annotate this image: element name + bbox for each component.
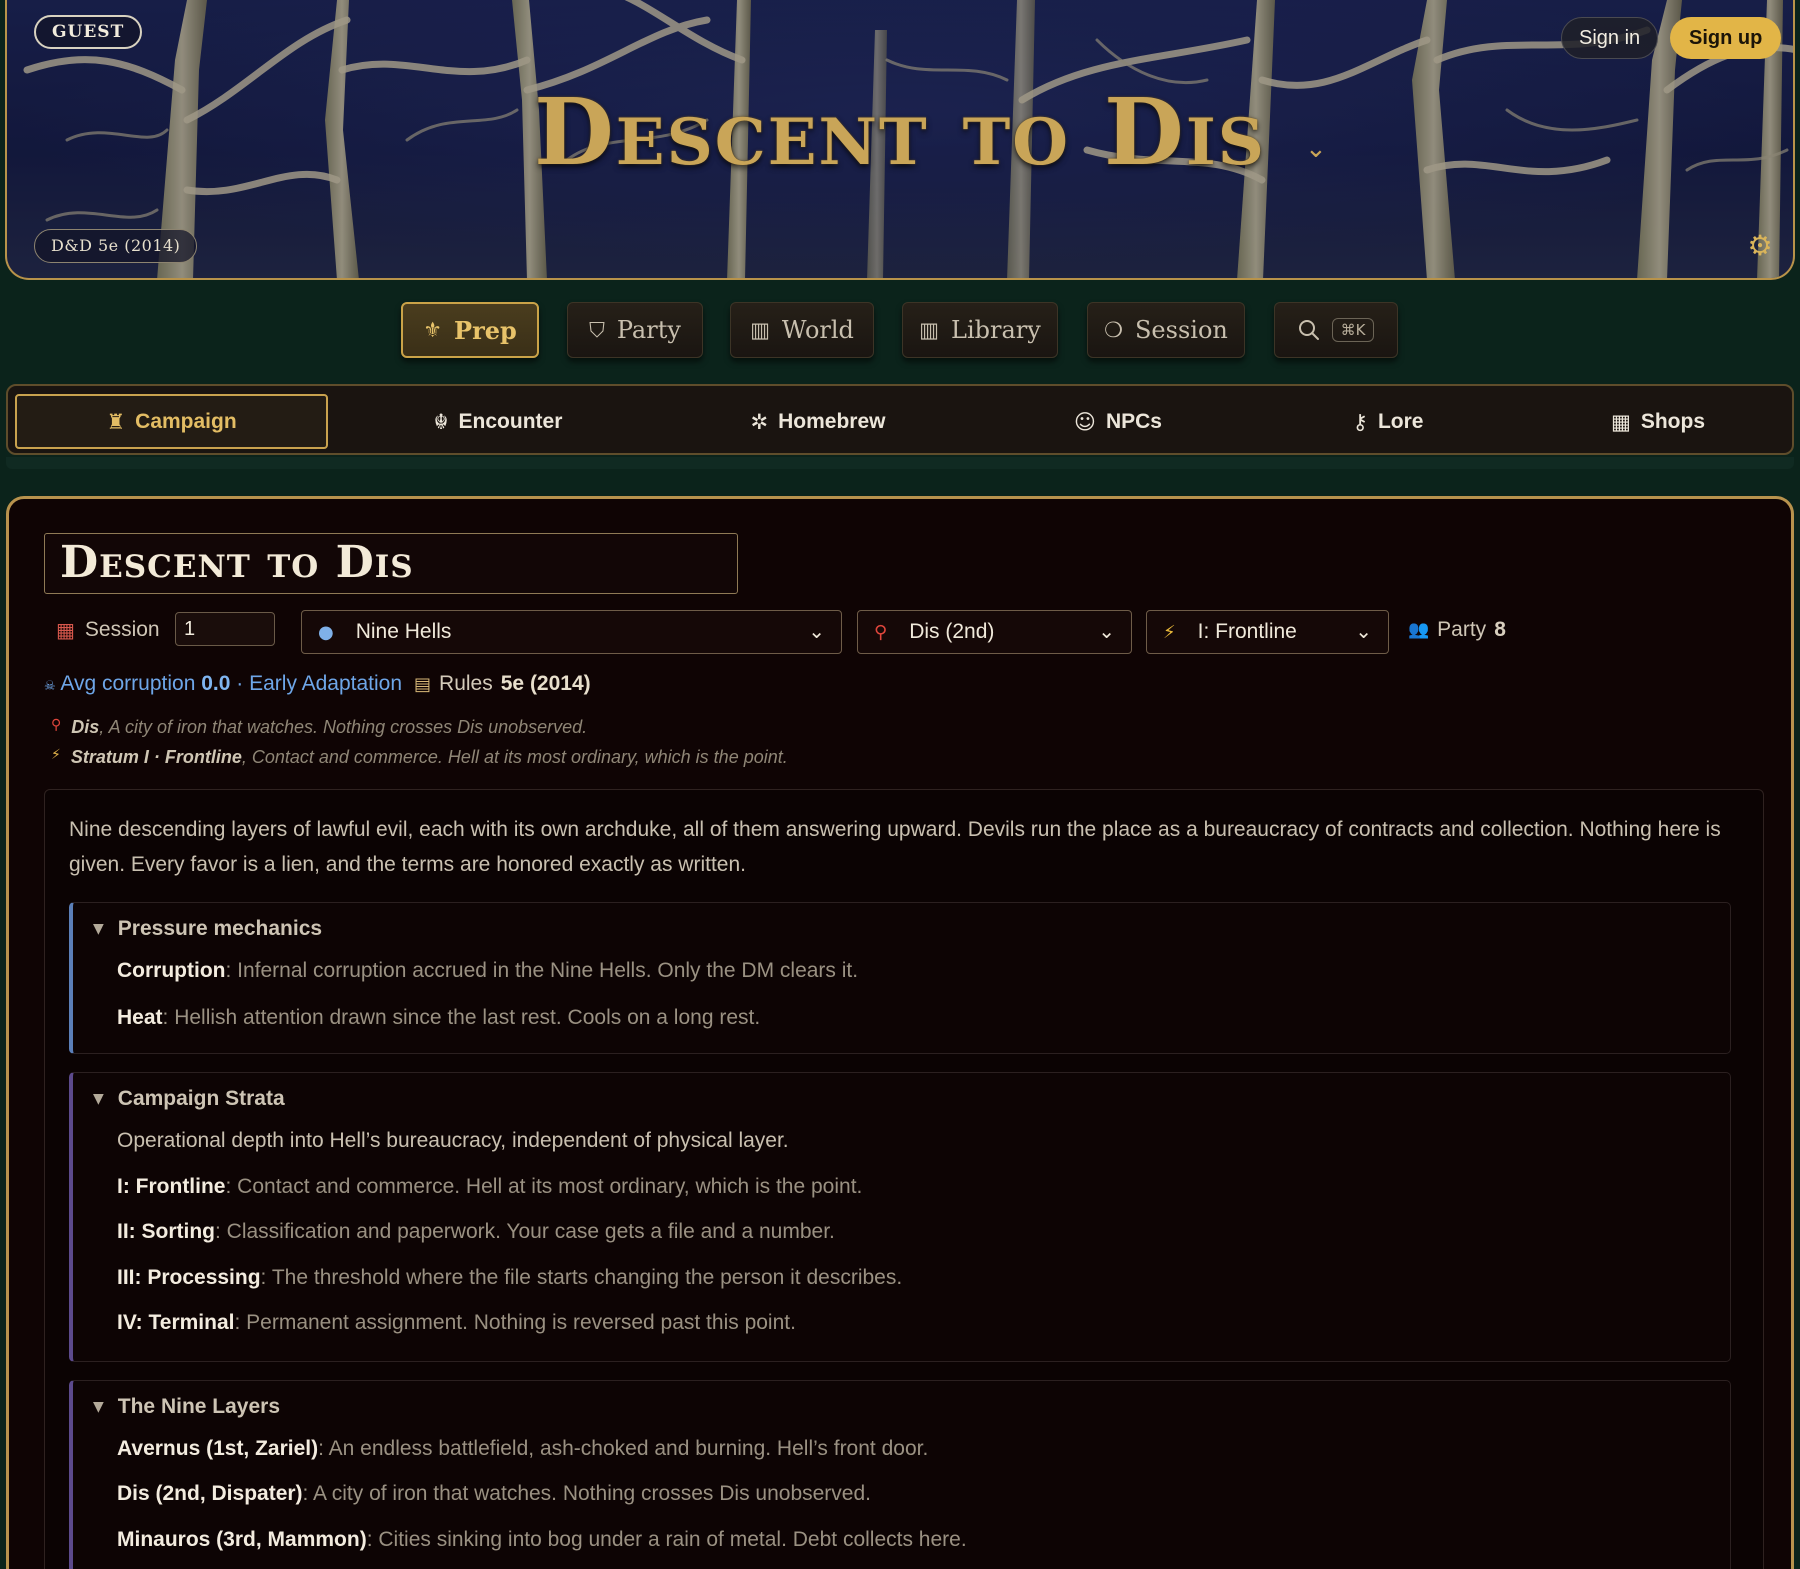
list-item: III: Processing: The threshold where the… [117,1266,903,1289]
campaign-meta: ☠ Avg corruption 0.0 · Early Adaptation … [44,669,591,699]
tab-party-label: Party [616,316,681,344]
list-item: Heat: Hellish attention drawn since the … [117,1006,761,1029]
pressure-mechanics-toggle[interactable]: ▼ Pressure mechanics [93,917,322,941]
chevron-down-icon[interactable]: ⌄ [1305,134,1327,164]
sign-up-button[interactable]: Sign up [1670,17,1782,59]
shop-icon: ▦ [1610,409,1631,434]
list-item: II: Sorting: Classification and paperwor… [117,1220,835,1243]
campaign-strata-section: ▼ Campaign Strata Operational depth into… [69,1072,1731,1362]
campaign-title-input[interactable]: Descent to Dis [44,533,738,594]
chevron-down-icon: ⌄ [1098,619,1115,643]
chevron-down-icon: ⌄ [1355,619,1372,643]
campaign-description: Nine descending layers of lawful evil, e… [44,789,1764,1569]
subtab-homebrew[interactable]: ✲ Homebrew [688,394,948,449]
subtab-encounter[interactable]: ☬ Encounter [368,394,628,449]
strata-intro: Operational depth into Hell’s bureaucrac… [117,1129,789,1152]
top-navigation: ⚜ Prep ⛉ Party ▥ World ▥ Library ❍ Sessi… [0,302,1800,360]
subtab-shops-label: Shops [1640,409,1705,433]
scroll-icon: ▤ [414,673,432,695]
campaign-controls: ▦ Session 1 ● Nine Hells ⌄ ⚲ Dis (2nd) ⌄… [9,610,1791,654]
lightning-icon: ⚡ [51,747,61,763]
chat-icon: ❍ [1104,318,1123,342]
tab-prep-label: Prep [454,315,517,345]
session-number-input[interactable]: 1 [175,612,275,646]
rules-version: ▤ Rules 5e (2014) [414,672,591,695]
stratum-summary: ⚡ Stratum I · Frontline, Contact and com… [51,747,788,767]
pressure-mechanics-section: ▼ Pressure mechanics Corruption: Inferna… [69,902,1731,1054]
calendar-icon: ▦ [56,618,75,642]
list-item: Minauros (3rd, Mammon): Cities sinking i… [117,1528,967,1551]
list-item: IV: Terminal: Permanent assignment. Noth… [117,1311,796,1334]
layer-select-value: Dis (2nd) [909,620,995,643]
demon-icon: ☬ [433,409,449,434]
subtab-campaign[interactable]: ♜ Campaign [15,394,328,449]
shortcut-hint: ⌘K [1331,318,1375,342]
list-item: Avernus (1st, Zariel): An endless battle… [117,1437,929,1460]
skull-icon: ☠ [44,679,56,694]
subtab-homebrew-label: Homebrew [778,409,886,433]
sub-navigation: ♜ Campaign ☬ Encounter ✲ Homebrew ☺ NPCs… [6,384,1794,455]
tab-library-label: Library [951,316,1041,344]
globe-icon: ● [318,621,334,643]
disclosure-triangle-icon: ▼ [93,921,104,937]
session-field-label: ▦ Session [56,618,160,642]
plane-select-value: Nine Hells [355,620,452,643]
tab-world[interactable]: ▥ World [730,302,874,358]
list-item: I: Frontline: Contact and commerce. Hell… [117,1175,863,1198]
plane-select[interactable]: ● Nine Hells ⌄ [301,610,842,654]
helmet-icon: ⚜ [423,318,443,342]
list-item: Dis (2nd, Dispater): A city of iron that… [117,1482,871,1505]
stratum-select-value: I: Frontline [1197,620,1297,643]
subtab-npcs-label: NPCs [1105,409,1162,433]
lightning-icon: ⚡ [1163,621,1176,643]
pin-icon: ⚲ [51,717,62,733]
campaign-title-banner: Descent to Dis [534,78,1266,186]
subtab-campaign-label: Campaign [135,409,237,433]
search-button[interactable]: ⌘K [1274,302,1398,358]
people-icon: 👥 [1408,620,1430,640]
book-icon: ▥ [750,318,770,342]
sign-in-button[interactable]: Sign in [1561,17,1659,59]
shield-icon: ⛉ [589,317,605,342]
nine-layers-toggle[interactable]: ▼ The Nine Layers [93,1395,280,1419]
location-summary: ⚲ Dis, A city of iron that watches. Noth… [51,717,588,737]
tab-session-label: Session [1134,316,1228,344]
list-item: Corruption: Infernal corruption accrued … [117,959,859,982]
chevron-down-icon: ⌄ [808,619,825,643]
key-icon: ⚷ [1352,409,1368,434]
book-icon: ▥ [919,318,940,342]
subtab-npcs[interactable]: ☺ NPCs [988,394,1248,449]
campaign-strata-toggle[interactable]: ▼ Campaign Strata [93,1087,285,1111]
castle-icon: ♜ [106,409,126,434]
gear-icon: ✲ [750,409,769,434]
subtab-shops[interactable]: ▦ Shops [1528,394,1788,449]
tab-party[interactable]: ⛉ Party [567,302,703,358]
nine-layers-section: ▼ The Nine Layers Avernus (1st, Zariel):… [69,1380,1731,1569]
gear-icon[interactable]: ⚙ [1746,232,1774,260]
tab-prep[interactable]: ⚜ Prep [401,302,539,358]
plane-intro-text: Nine descending layers of lawful evil, e… [69,818,1721,876]
stratum-select[interactable]: ⚡ I: Frontline ⌄ [1146,610,1389,654]
layer-select[interactable]: ⚲ Dis (2nd) ⌄ [857,610,1132,654]
tab-library[interactable]: ▥ Library [902,302,1058,358]
subnav-shadow [6,457,1794,469]
tab-world-label: World [781,316,854,344]
party-count: 👥 Party 8 [1408,618,1506,641]
subtab-encounter-label: Encounter [458,409,563,433]
corruption-summary-link[interactable]: ☠ Avg corruption 0.0 · Early Adaptation [44,672,402,696]
guest-badge: GUEST [34,15,143,49]
disclosure-triangle-icon: ▼ [93,1091,104,1107]
masks-icon: ☺ [1074,409,1096,434]
search-icon [1298,320,1319,340]
campaign-panel: Descent to Dis ▦ Session 1 ● Nine Hells … [6,496,1794,1569]
rules-system-badge: D&D 5e (2014) [34,229,198,263]
subtab-lore[interactable]: ⚷ Lore [1258,394,1518,449]
hero-banner: GUEST Descent to Dis ⌄ D&D 5e (2014) Sig… [5,0,1795,280]
subtab-lore-label: Lore [1377,409,1424,433]
pin-icon: ⚲ [874,621,888,643]
tab-session[interactable]: ❍ Session [1087,302,1245,358]
disclosure-triangle-icon: ▼ [93,1399,104,1415]
